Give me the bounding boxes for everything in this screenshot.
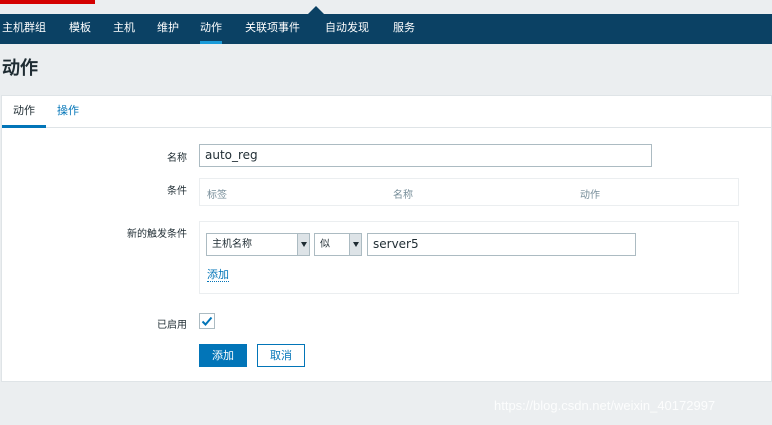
- add-condition-link[interactable]: 添加: [207, 268, 229, 282]
- conditions-header-action: 动作: [580, 190, 600, 201]
- conditions-header-name: 名称: [393, 190, 413, 201]
- condition-type-value: 主机名称: [212, 239, 252, 250]
- enabled-checkbox[interactable]: [199, 313, 215, 329]
- logo: [0, 0, 95, 4]
- checkmark-icon: [201, 316, 213, 326]
- menu-item-maintenance[interactable]: 维护: [157, 14, 179, 44]
- chevron-down-icon: [349, 234, 361, 255]
- menu-item-actions[interactable]: 动作: [200, 14, 222, 44]
- tab-operations[interactable]: 操作: [46, 96, 90, 128]
- conditions-header-label: 标签: [207, 190, 227, 201]
- new-condition-label: 新的触发条件: [127, 229, 187, 240]
- condition-type-select[interactable]: 主机名称: [206, 233, 310, 256]
- nav-pointer-icon: [308, 6, 324, 14]
- add-button[interactable]: 添加: [199, 344, 247, 367]
- tab-bar: 动作 操作: [2, 96, 771, 128]
- main-menu: 主机群组 模板 主机 维护 动作 关联项事件 自动发现 服务: [0, 14, 772, 44]
- cancel-button[interactable]: 取消: [257, 344, 305, 367]
- menu-item-discovery[interactable]: 自动发现: [325, 14, 369, 44]
- menu-item-host-groups[interactable]: 主机群组: [2, 14, 46, 44]
- name-input[interactable]: auto_reg: [199, 144, 652, 167]
- new-condition-box: 主机名称 似 server5 添加: [199, 221, 739, 294]
- enabled-label: 已启用: [157, 320, 187, 331]
- action-form-panel: 动作 操作 名称 auto_reg 条件 标签 名称 动作 新的触发条件 主机名…: [1, 95, 772, 382]
- conditions-table: 标签 名称 动作: [199, 178, 739, 206]
- menu-item-hosts[interactable]: 主机: [113, 14, 135, 44]
- conditions-label: 条件: [167, 186, 187, 197]
- chevron-down-icon: [297, 234, 309, 255]
- watermark: https://blog.csdn.net/weixin_40172997: [494, 398, 716, 413]
- menu-item-services[interactable]: 服务: [393, 14, 415, 44]
- page-title: 动作: [2, 58, 38, 79]
- tab-action[interactable]: 动作: [2, 96, 46, 128]
- menu-item-templates[interactable]: 模板: [69, 14, 91, 44]
- condition-operator-value: 似: [320, 239, 330, 250]
- name-label: 名称: [167, 153, 187, 164]
- condition-operator-select[interactable]: 似: [314, 233, 362, 256]
- condition-value-input[interactable]: server5: [367, 233, 636, 256]
- menu-item-event-correlation[interactable]: 关联项事件: [245, 14, 300, 44]
